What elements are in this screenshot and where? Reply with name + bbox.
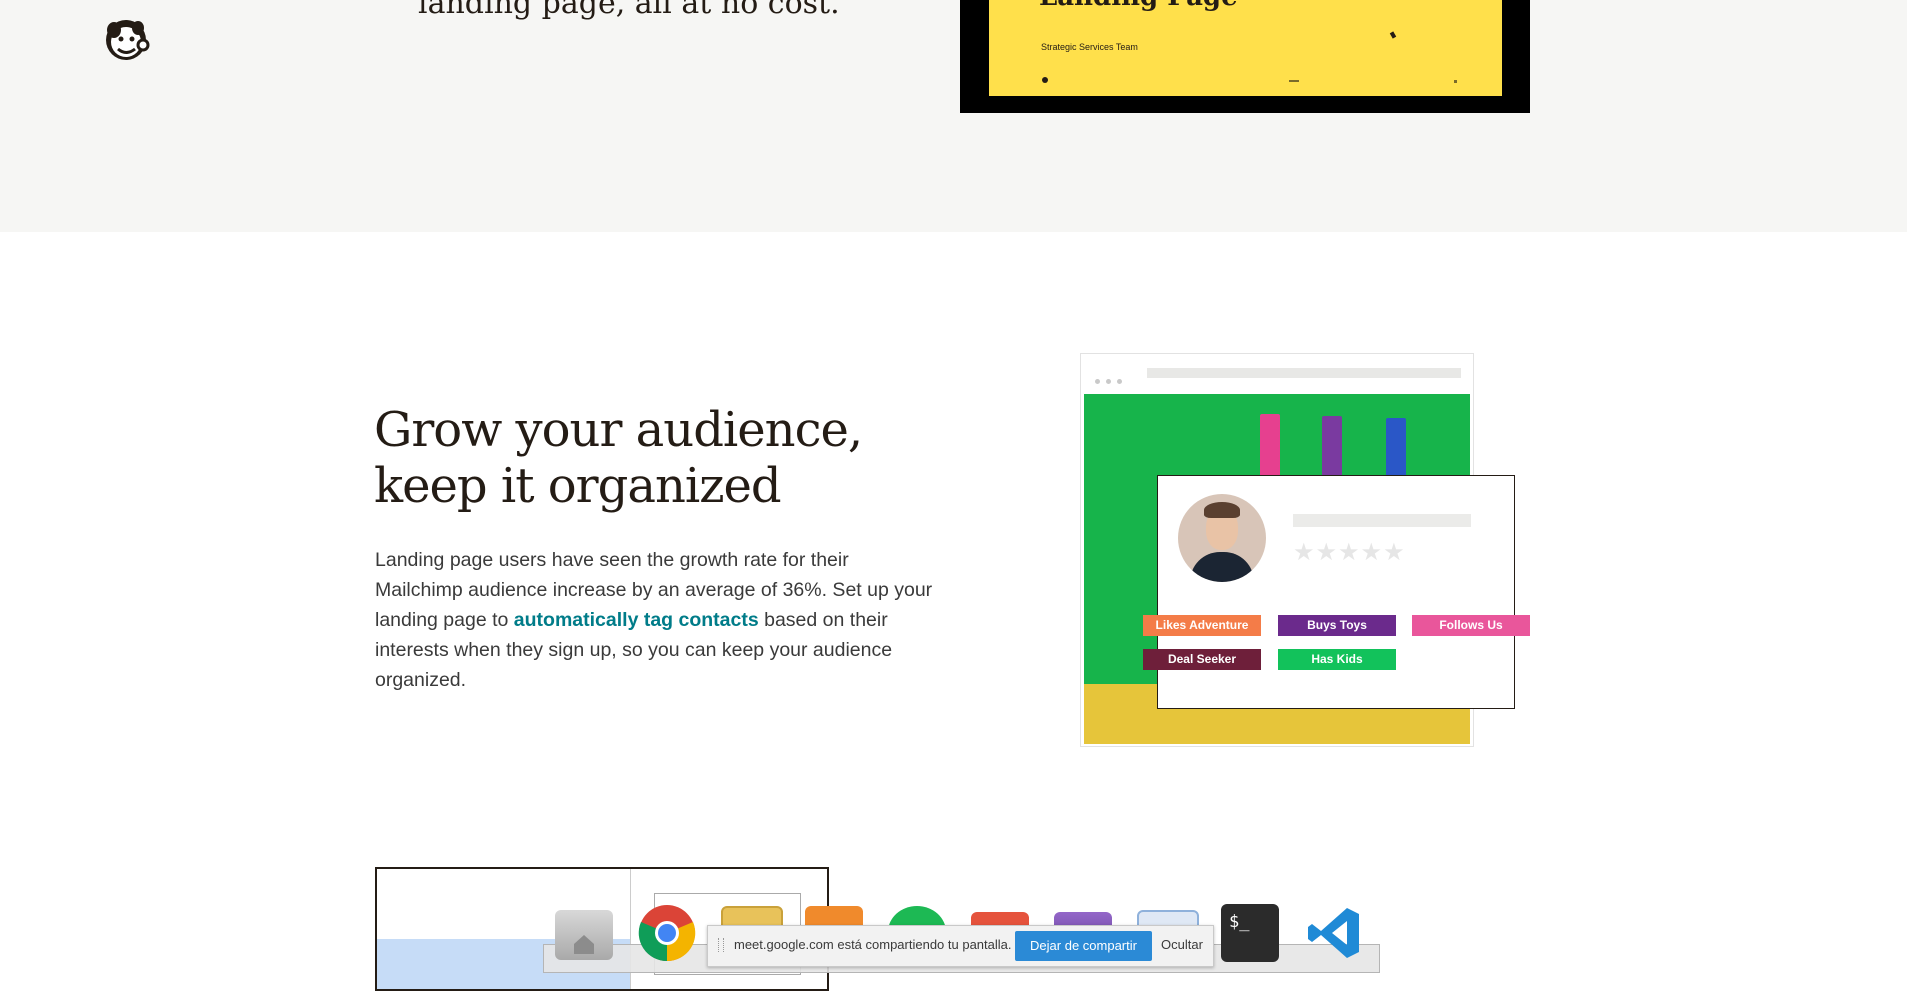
mailchimp-logo-icon[interactable] bbox=[100, 12, 152, 64]
preview-logo-icon bbox=[1042, 77, 1048, 83]
preview-footer-mark bbox=[1454, 80, 1457, 83]
section-heading: Grow your audience, keep it organized bbox=[374, 402, 934, 514]
preview-canvas: Landing Page Strategic Services Team bbox=[989, 0, 1502, 96]
tag-likes-adventure: Likes Adventure bbox=[1143, 615, 1261, 636]
tag-follows-us: Follows Us bbox=[1412, 615, 1530, 636]
tag-buys-toys: Buys Toys bbox=[1278, 615, 1396, 636]
preview-subtitle: Strategic Services Team bbox=[1041, 42, 1138, 52]
top-heading: landing page, all at no cost. bbox=[418, 0, 840, 21]
share-message: meet.google.com está compartiendo tu pan… bbox=[734, 937, 1012, 952]
landing-page-preview: Landing Page Strategic Services Team bbox=[960, 0, 1530, 113]
rating-stars-icon: ★★★★★ bbox=[1293, 539, 1406, 566]
avatar bbox=[1178, 494, 1266, 582]
home-folder-icon[interactable] bbox=[555, 910, 613, 960]
section-heading-line: keep it organized bbox=[374, 458, 782, 514]
contact-card: ★★★★★ bbox=[1157, 475, 1515, 709]
cursor-icon bbox=[1389, 31, 1397, 39]
browser-dots-icon bbox=[1095, 371, 1128, 389]
terminal-icon[interactable]: $_ bbox=[1221, 904, 1279, 962]
terminal-glyph: $_ bbox=[1229, 912, 1250, 932]
screen-share-bar: meet.google.com está compartiendo tu pan… bbox=[707, 925, 1214, 967]
card-name-placeholder bbox=[1293, 514, 1471, 527]
chrome-icon[interactable] bbox=[638, 904, 696, 962]
drag-handle-icon[interactable] bbox=[718, 938, 724, 952]
tag-deal-seeker: Deal Seeker bbox=[1143, 649, 1261, 670]
section-heading-line: Grow your audience, bbox=[374, 402, 863, 458]
top-section: landing page, all at no cost. Landing Pa… bbox=[0, 0, 1907, 232]
vscode-icon[interactable] bbox=[1305, 904, 1363, 962]
hide-button[interactable]: Ocultar bbox=[1161, 937, 1203, 952]
preview-title: Landing Page bbox=[1039, 0, 1238, 12]
automatically-tag-contacts-link[interactable]: automatically tag contacts bbox=[514, 609, 759, 631]
tag-has-kids: Has Kids bbox=[1278, 649, 1396, 670]
browser-url-bar bbox=[1147, 368, 1461, 378]
section-body: Landing page users have seen the growth … bbox=[375, 545, 935, 695]
preview-footer-mark bbox=[1289, 80, 1299, 82]
stop-sharing-button[interactable]: Dejar de compartir bbox=[1015, 931, 1152, 961]
